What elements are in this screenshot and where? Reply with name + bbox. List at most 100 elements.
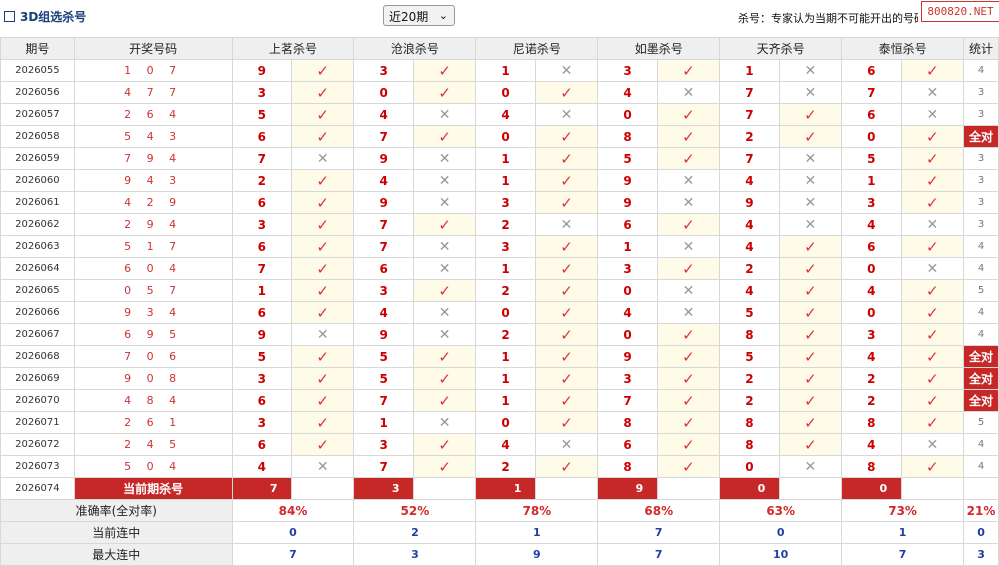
hit-mark-cell: ✓	[900, 147, 965, 170]
draw-number-cell: 2 9 4	[73, 213, 233, 236]
hit-mark-cell: ✓	[412, 433, 477, 456]
col-header-stat: 统计	[963, 37, 999, 60]
check-icon: ✓	[560, 347, 573, 366]
stat-cell: 3	[963, 103, 999, 126]
hit-mark-cell: ✓	[412, 389, 477, 412]
current-streak-value: 0	[719, 521, 843, 544]
cross-icon: ✕	[926, 216, 939, 233]
kill-definition-note: 杀号：专家认为当期不可能开出的号码	[738, 12, 918, 25]
kill-number-cell: 6	[841, 235, 902, 258]
hit-mark-cell: ✓	[900, 301, 965, 324]
table-row: 2026062 2 9 4 3 ✓ 7 ✓ 2 ✕ 6 ✓ 4 ✕ 4 ✕ 3	[0, 213, 999, 236]
check-icon: ✓	[316, 61, 329, 80]
check-icon: ✓	[804, 259, 817, 278]
cross-icon: ✕	[682, 194, 695, 211]
period-cell: 2026061	[0, 191, 75, 214]
col-header-draw: 开奖号码	[73, 37, 233, 60]
period-cell: 2026066	[0, 301, 75, 324]
period-cell: 2026059	[0, 147, 75, 170]
accuracy-value: 73%	[841, 499, 965, 522]
kill-number-cell: 9	[719, 191, 780, 214]
cross-icon: ✕	[438, 260, 451, 277]
kill-number-cell: 6	[597, 213, 658, 236]
cross-icon: ✕	[438, 414, 451, 431]
kill-number-cell: 8	[597, 455, 658, 478]
hit-mark-cell: ✓	[656, 389, 721, 412]
kill-number-cell: 9	[597, 191, 658, 214]
kill-number-cell: 5	[719, 301, 780, 324]
period-cell: 2026062	[0, 213, 75, 236]
hit-mark-cell: ✓	[900, 455, 965, 478]
check-icon: ✓	[926, 413, 939, 432]
col-header-expert-3: 尼诺杀号	[475, 37, 599, 60]
hit-mark-cell: ✓	[900, 169, 965, 192]
kill-number-cell: 6	[231, 433, 292, 456]
hit-mark-cell: ✓	[656, 411, 721, 434]
col-header-expert-6: 泰恒杀号	[841, 37, 965, 60]
stat-cell: 3	[963, 81, 999, 104]
period-cell: 2026055	[0, 59, 75, 82]
draw-number-cell: 5 0 4	[73, 455, 233, 478]
kill-number-cell: 1	[475, 389, 536, 412]
col-header-expert-1: 上茗杀号	[231, 37, 355, 60]
hit-mark-cell: ✓	[778, 103, 843, 126]
cross-icon: ✕	[926, 106, 939, 123]
hit-mark-cell: ✓	[534, 389, 599, 412]
current-kill-number: 0	[841, 477, 902, 500]
kill-number-cell: 2	[719, 125, 780, 148]
kill-number-cell: 4	[353, 169, 414, 192]
miss-mark-cell: ✕	[290, 147, 355, 170]
current-kill-number: 1	[475, 477, 536, 500]
miss-mark-cell: ✕	[412, 411, 477, 434]
check-icon: ✓	[804, 435, 817, 454]
current-kill-number: 7	[231, 477, 292, 500]
page-title-text: 3D组选杀号	[20, 10, 87, 24]
miss-mark-cell: ✕	[778, 81, 843, 104]
hit-mark-cell: ✓	[534, 301, 599, 324]
accuracy-value: 68%	[597, 499, 721, 522]
kill-number-cell: 3	[597, 59, 658, 82]
period-cell: 2026069	[0, 367, 75, 390]
kill-number-cell: 5	[597, 147, 658, 170]
check-icon: ✓	[316, 105, 329, 124]
check-icon: ✓	[804, 127, 817, 146]
hit-mark-cell: ✓	[534, 455, 599, 478]
check-icon: ✓	[804, 105, 817, 124]
cross-icon: ✕	[682, 282, 695, 299]
kill-number-cell: 7	[353, 125, 414, 148]
max-streak-value: 3	[353, 543, 477, 566]
kill-number-cell: 3	[597, 257, 658, 280]
check-icon: ✓	[438, 435, 451, 454]
kill-number-cell: 6	[231, 191, 292, 214]
kill-number-cell: 4	[841, 213, 902, 236]
kill-number-cell: 3	[597, 367, 658, 390]
check-icon: ✓	[316, 237, 329, 256]
max-streak-value: 7	[597, 543, 721, 566]
max-streak-value-total: 3	[963, 543, 999, 566]
check-icon: ✓	[682, 259, 695, 278]
kill-number-cell: 4	[719, 213, 780, 236]
kill-number-cell: 7	[353, 213, 414, 236]
cross-icon: ✕	[438, 326, 451, 343]
hit-mark-cell: ✓	[900, 323, 965, 346]
kill-number-cell: 0	[475, 81, 536, 104]
miss-mark-cell: ✕	[412, 169, 477, 192]
miss-mark-cell: ✕	[412, 235, 477, 258]
kill-number-cell: 4	[841, 279, 902, 302]
hit-mark-cell: ✓	[778, 433, 843, 456]
draw-number-cell: 9 4 3	[73, 169, 233, 192]
current-stat-spacer	[963, 477, 999, 500]
check-icon: ✓	[682, 105, 695, 124]
cross-icon: ✕	[926, 260, 939, 277]
kill-number-cell: 4	[719, 169, 780, 192]
miss-mark-cell: ✕	[412, 103, 477, 126]
kill-number-cell: 2	[475, 279, 536, 302]
current-streak-label: 当前连中	[0, 521, 233, 544]
check-icon: ✓	[316, 83, 329, 102]
hit-mark-cell: ✓	[412, 367, 477, 390]
check-icon: ✓	[560, 325, 573, 344]
hit-mark-cell: ✓	[656, 367, 721, 390]
miss-mark-cell: ✕	[412, 191, 477, 214]
period-range-select[interactable]: 近20期 ⌄	[383, 5, 455, 26]
chevron-down-icon: ⌄	[438, 9, 448, 22]
